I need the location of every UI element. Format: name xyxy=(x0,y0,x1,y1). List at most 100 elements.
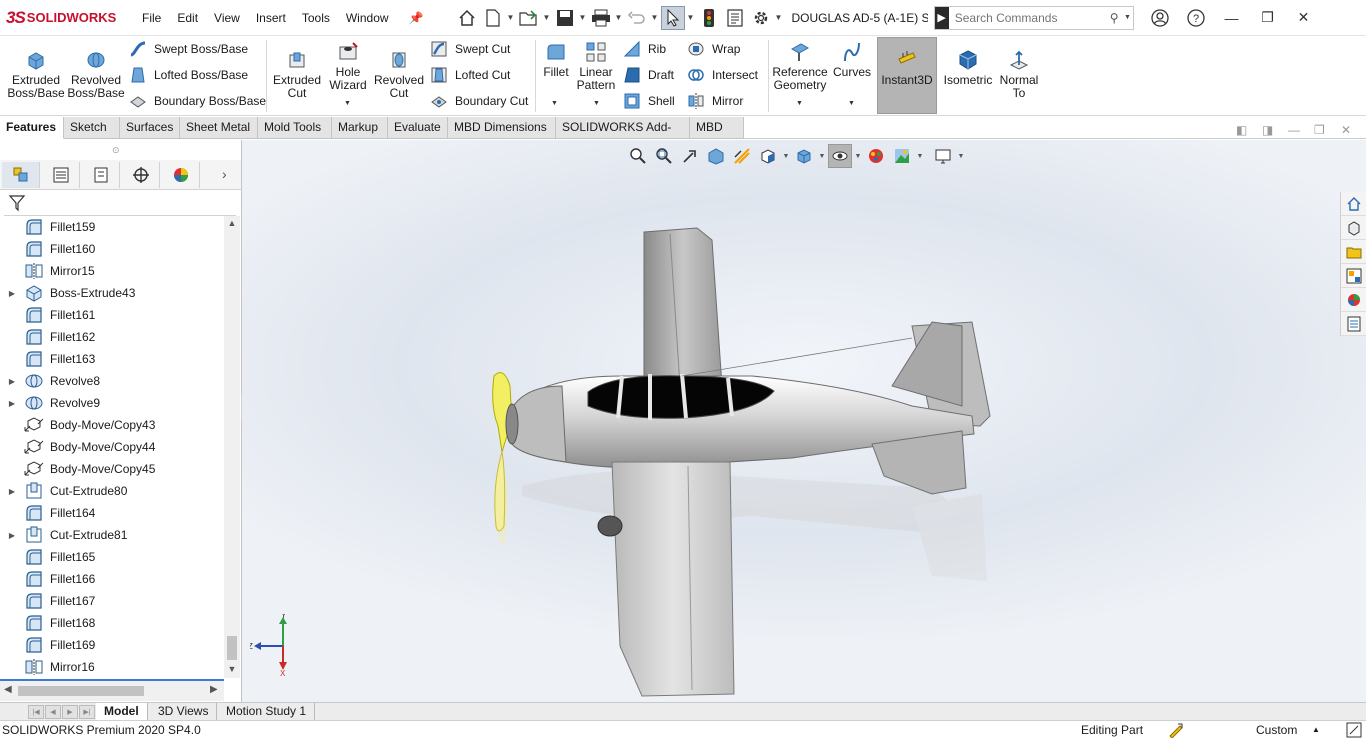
feature-tree-item[interactable]: Fillet166 xyxy=(0,568,224,590)
tab-sheet-metal[interactable]: Sheet Metal xyxy=(180,117,258,139)
reference-geometry-button[interactable]: Reference Geometry xyxy=(770,40,830,92)
home-icon[interactable] xyxy=(455,6,479,30)
save-icon[interactable] xyxy=(553,6,577,30)
feature-tree-item[interactable]: ▶ Revolve9 xyxy=(0,392,224,414)
reference-geometry-dropdown-icon[interactable]: ▼ xyxy=(796,100,803,107)
file-properties-icon[interactable] xyxy=(723,6,747,30)
feature-manager-tab-icon[interactable] xyxy=(2,162,40,188)
mirror-button[interactable]: Mirror xyxy=(686,90,743,112)
expand-arrow-icon[interactable]: ▶ xyxy=(0,487,24,496)
instant3d-button[interactable]: Instant3D xyxy=(877,37,937,114)
dimxpert-manager-tab-icon[interactable] xyxy=(122,162,160,188)
apply-scene-dropdown-icon[interactable]: ▼ xyxy=(915,153,925,160)
view-palette-icon[interactable] xyxy=(1341,264,1366,288)
feature-tree-item[interactable]: Fillet160 xyxy=(0,238,224,260)
tab-3d-views[interactable]: 3D Views xyxy=(150,703,218,721)
view-orientation-dropdown-icon[interactable]: ▼ xyxy=(781,153,791,160)
revolved-cut-button[interactable]: Revolved Cut xyxy=(374,48,424,100)
scroll-down-icon[interactable]: ▼ xyxy=(224,664,240,674)
configuration-manager-tab-icon[interactable] xyxy=(82,162,120,188)
hole-wizard-dropdown-icon[interactable]: ▼ xyxy=(344,100,351,107)
solidworks-resources-icon[interactable] xyxy=(1341,192,1366,216)
tab-surfaces[interactable]: Surfaces xyxy=(120,117,180,139)
curves-button[interactable]: Curves xyxy=(832,40,872,79)
menu-window[interactable]: Window xyxy=(338,11,397,25)
tab-sketch[interactable]: Sketch xyxy=(64,117,120,139)
dynamic-annotation-views-icon[interactable] xyxy=(730,144,754,168)
scroll-right-icon[interactable]: ▶ xyxy=(210,684,218,695)
scroll-up-icon[interactable]: ▲ xyxy=(224,218,240,228)
search-icon[interactable]: ⚲ xyxy=(1110,11,1124,25)
open-dropdown-icon[interactable]: ▼ xyxy=(542,13,552,22)
rebuild-status-icon[interactable] xyxy=(1168,722,1184,741)
file-explorer-icon[interactable] xyxy=(1341,240,1366,264)
feature-tree-item[interactable]: Fillet159 xyxy=(0,216,224,238)
feature-tree-item[interactable]: ▶ Revolve8 xyxy=(0,370,224,392)
feature-tree-item[interactable]: Fillet167 xyxy=(0,590,224,612)
fillet-dropdown-icon[interactable]: ▼ xyxy=(551,100,558,107)
curves-dropdown-icon[interactable]: ▼ xyxy=(848,100,855,107)
extruded-boss-button[interactable]: Extruded Boss/Base xyxy=(7,48,65,100)
edit-appearance-icon[interactable] xyxy=(864,144,888,168)
viewport-restore-icon[interactable]: ❐ xyxy=(1314,123,1325,137)
viewport-minimize-icon[interactable]: — xyxy=(1288,123,1300,137)
save-dropdown-icon[interactable]: ▼ xyxy=(578,13,588,22)
shell-button[interactable]: Shell xyxy=(622,90,675,112)
tab-motion-study-1[interactable]: Motion Study 1 xyxy=(218,703,316,721)
horizontal-scroll-thumb[interactable] xyxy=(18,686,144,696)
feature-tree-item[interactable]: Body-Move/Copy44 xyxy=(0,436,224,458)
print-dropdown-icon[interactable]: ▼ xyxy=(614,13,624,22)
expand-arrow-icon[interactable]: ▶ xyxy=(0,399,24,408)
feature-tree-item[interactable]: ▶ Cut-Extrude81 xyxy=(0,524,224,546)
hide-show-items-icon[interactable] xyxy=(828,144,852,168)
feature-tree-item[interactable]: Fillet169 xyxy=(0,634,224,656)
feature-tree-item[interactable]: Mirror16 xyxy=(0,656,224,678)
rib-button[interactable]: Rib xyxy=(622,38,666,60)
solidworks-logo[interactable]: 3S SOLIDWORKS xyxy=(0,0,134,36)
menu-edit[interactable]: Edit xyxy=(169,11,206,25)
previous-view-icon[interactable] xyxy=(678,144,702,168)
feature-tree-filter[interactable] xyxy=(4,190,236,216)
revolved-boss-button[interactable]: Revolved Boss/Base xyxy=(67,48,125,100)
panel-grip-icon[interactable]: ⊙ xyxy=(112,145,122,155)
isometric-button[interactable]: Isometric xyxy=(941,48,995,87)
airplane-3d-model[interactable] xyxy=(492,226,1002,702)
scroll-left-icon[interactable]: ◀ xyxy=(4,684,12,695)
close-icon[interactable]: ✕ xyxy=(1286,0,1322,36)
user-account-icon[interactable] xyxy=(1142,0,1178,36)
feature-tree-item[interactable]: ▶ Boss-Extrude43 xyxy=(0,282,224,304)
hide-show-dropdown-icon[interactable]: ▼ xyxy=(853,153,863,160)
previous-tab-icon[interactable]: ◀ xyxy=(45,705,61,719)
normal-to-button[interactable]: Normal To xyxy=(996,48,1042,100)
feature-tree-item[interactable]: Body-Move/Copy43 xyxy=(0,414,224,436)
undo-dropdown-icon[interactable]: ▼ xyxy=(650,13,660,22)
restore-icon[interactable]: ❐ xyxy=(1250,0,1286,36)
search-input[interactable] xyxy=(948,10,1110,25)
undo-icon[interactable] xyxy=(625,6,649,30)
tab-model[interactable]: Model xyxy=(96,703,148,721)
apply-scene-icon[interactable] xyxy=(890,144,914,168)
design-library-icon[interactable] xyxy=(1341,216,1366,240)
intersect-button[interactable]: Intersect xyxy=(686,64,758,86)
swept-boss-button[interactable]: Swept Boss/Base xyxy=(128,38,248,60)
feature-tree-item[interactable]: Mirror15 xyxy=(0,260,224,282)
feature-tree-item[interactable]: Fillet164 xyxy=(0,502,224,524)
scroll-thumb[interactable] xyxy=(227,636,237,660)
expand-arrow-icon[interactable]: ▶ xyxy=(0,289,24,298)
search-commands-icon[interactable]: ▶ xyxy=(934,6,949,29)
menu-insert[interactable]: Insert xyxy=(248,11,294,25)
graphics-viewport[interactable]: ▼ ▼ ▼ ▼ ▼ Y Z X xyxy=(242,140,1366,702)
feature-tree-horizontal-scrollbar[interactable]: ◀ ▶ xyxy=(0,679,224,701)
linear-pattern-dropdown-icon[interactable]: ▼ xyxy=(593,100,600,107)
menu-tools[interactable]: Tools xyxy=(294,11,338,25)
new-dropdown-icon[interactable]: ▼ xyxy=(506,13,516,22)
view-settings-icon[interactable] xyxy=(931,144,955,168)
feature-tree-vertical-scrollbar[interactable]: ▲ ▼ xyxy=(224,216,240,678)
last-tab-icon[interactable]: ▶| xyxy=(79,705,95,719)
lofted-boss-button[interactable]: Lofted Boss/Base xyxy=(128,64,248,86)
help-icon[interactable]: ? xyxy=(1178,0,1214,36)
property-manager-tab-icon[interactable] xyxy=(42,162,80,188)
tab-solidworks-add-ins[interactable]: SOLIDWORKS Add-Ins xyxy=(556,117,690,155)
boundary-cut-button[interactable]: Boundary Cut xyxy=(429,90,528,112)
appearances-scenes-icon[interactable] xyxy=(1341,288,1366,312)
